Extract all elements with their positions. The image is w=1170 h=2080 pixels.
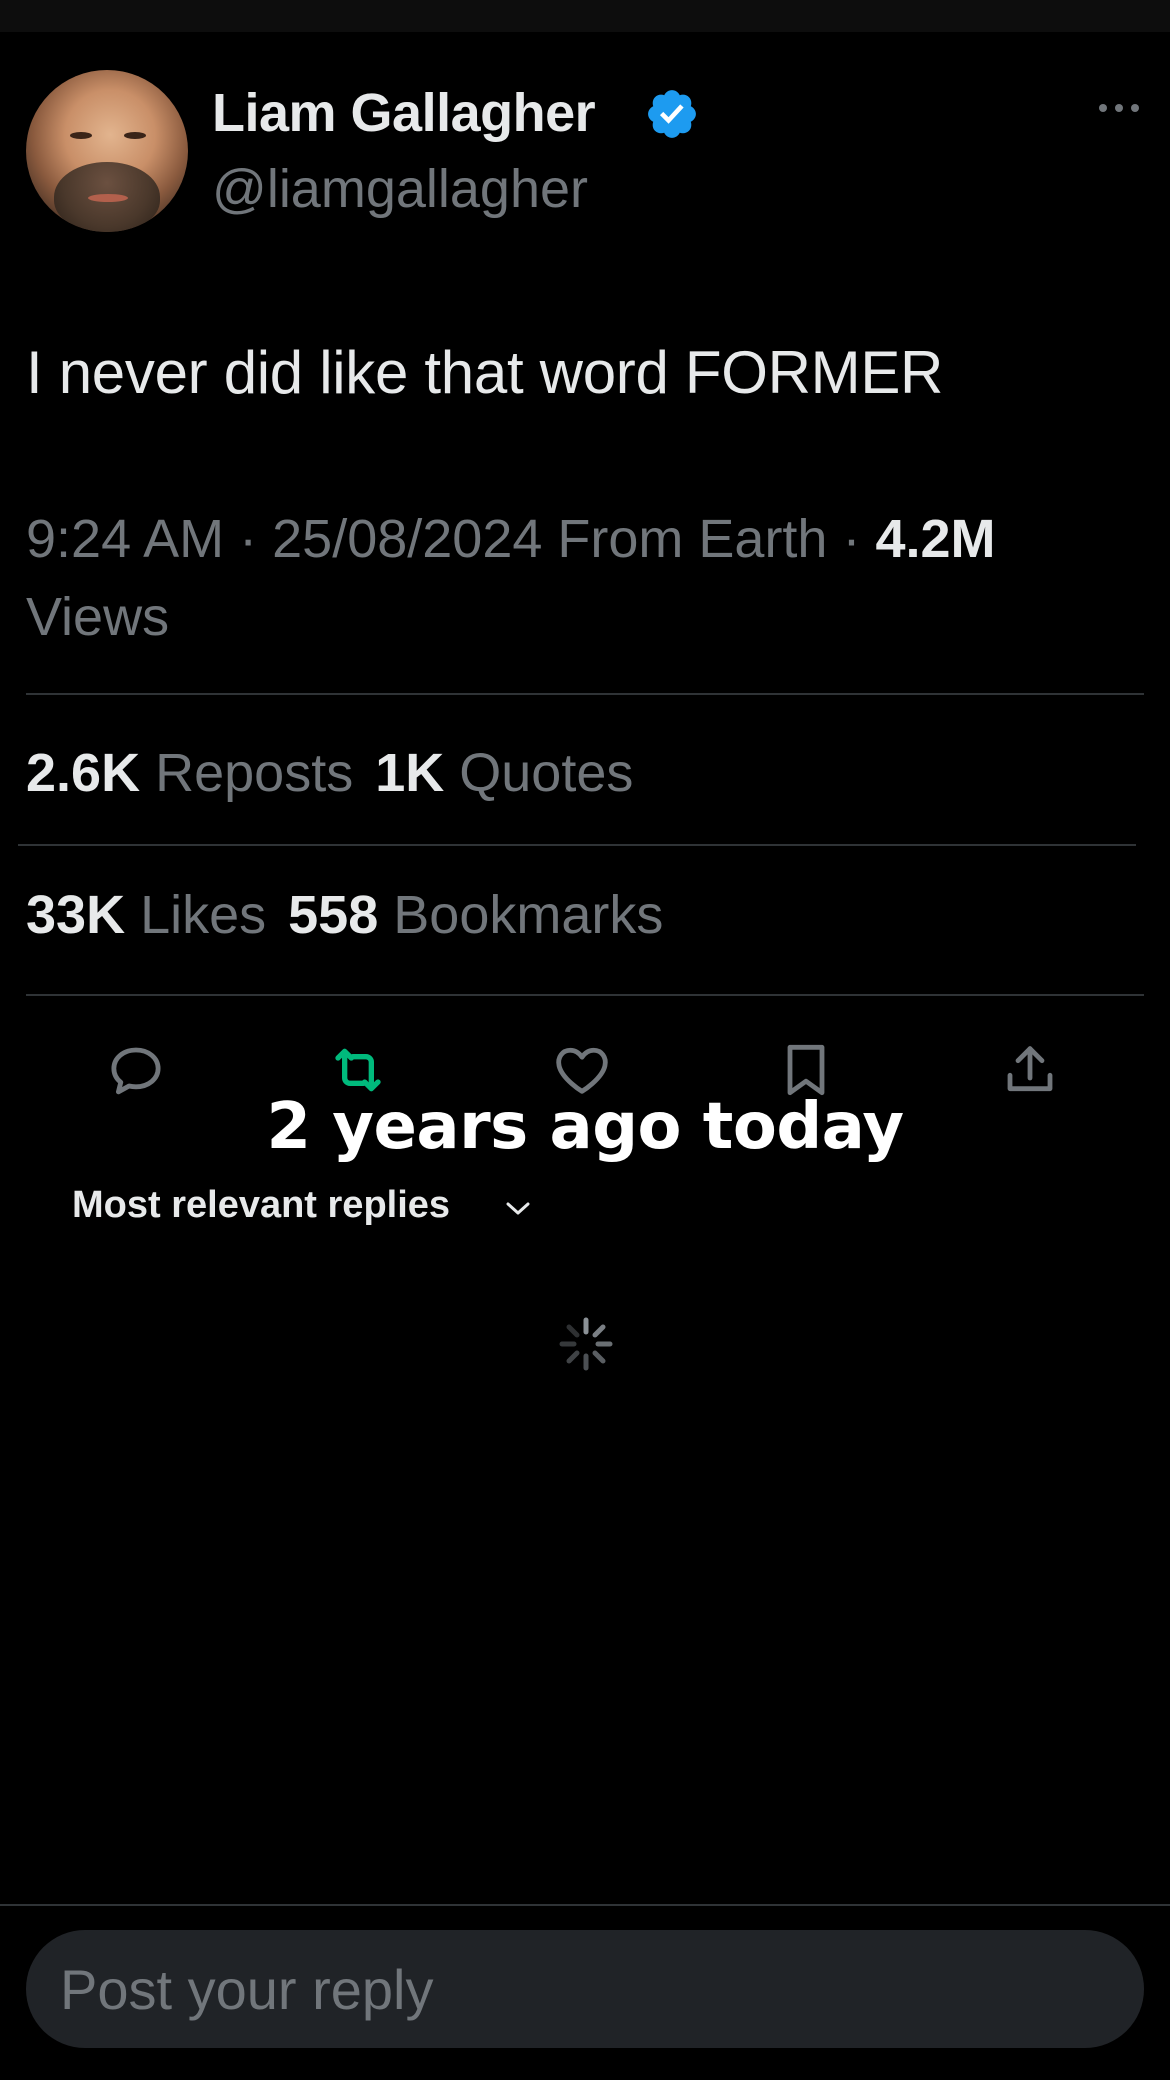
meta-separator: · [827,509,876,569]
composer-divider [0,1904,1170,1906]
tweet-metadata: 9:24 AM · 25/08/2024 From Earth · 4.2M V… [26,500,1146,656]
likes-count: 33K [26,885,126,945]
quotes-count: 1K [375,743,445,803]
divider [18,844,1136,846]
bookmarks-stat[interactable]: 558 Bookmarks [288,885,663,945]
avatar-eye-left [70,132,92,139]
avatar-eye-right [124,132,146,139]
views-label: Views [26,587,170,647]
quotes-label: Quotes [459,743,634,803]
status-bar-strip [0,0,1170,32]
bookmarks-label: Bookmarks [393,885,664,945]
replies-sort-dropdown[interactable]: Most relevant replies [72,1184,450,1227]
author-handle[interactable]: @liamgallagher [212,158,588,220]
tweet-location: From Earth [557,509,828,569]
meta-separator: · [224,509,273,569]
caption-overlay: 2 years ago today [266,1090,904,1164]
reposts-label: Reposts [155,743,354,803]
bookmarks-count: 558 [288,885,379,945]
likes-label: Likes [140,885,267,945]
divider [26,693,1144,695]
views-count: 4.2M [875,509,996,569]
tweet-text: I never did like that word FORMER [26,339,944,406]
likes-stat[interactable]: 33K Likes [26,885,266,945]
reposts-count: 2.6K [26,743,141,803]
divider [26,994,1144,996]
quotes-stat[interactable]: 1K Quotes [375,743,633,803]
stats-row-reposts: 2.6K Reposts 1K Quotes [26,742,633,804]
more-options-icon[interactable] [1096,98,1142,118]
reply-input[interactable] [26,1930,1144,2048]
avatar[interactable] [26,70,188,232]
tweet-date[interactable]: 25/08/2024 [272,509,542,569]
stats-row-likes: 33K Likes 558 Bookmarks [26,884,663,946]
chevron-down-icon[interactable] [500,1196,536,1220]
avatar-mouth [88,194,128,202]
loading-spinner-icon [559,1317,613,1371]
reposts-stat[interactable]: 2.6K Reposts [26,743,353,803]
verified-badge-icon [648,90,696,138]
author-name[interactable]: Liam Gallagher [212,82,596,144]
tweet-time[interactable]: 9:24 AM [26,509,224,569]
